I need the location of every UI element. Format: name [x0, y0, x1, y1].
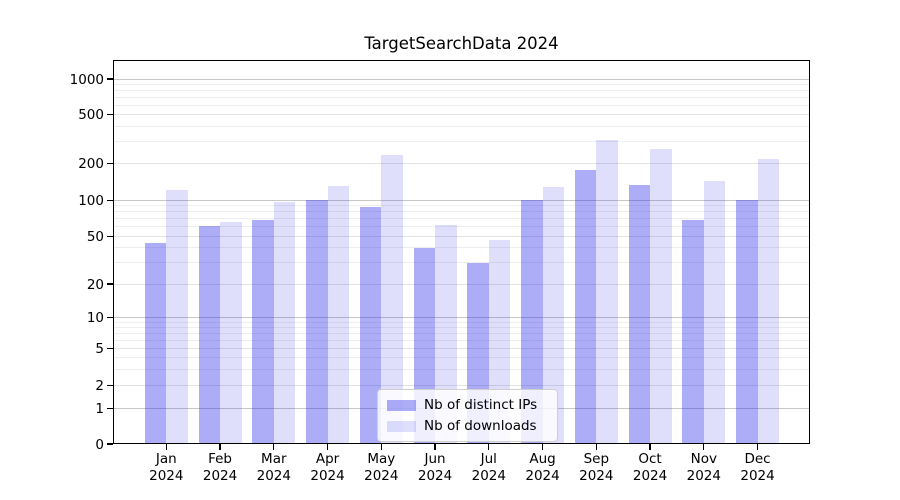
- y-tick-mark: [107, 114, 113, 115]
- bar-distinct-ips-oct: [629, 185, 651, 444]
- bar-downloads-oct: [650, 149, 672, 444]
- bar-distinct-ips-dec: [736, 200, 758, 444]
- y-tick-label: 50: [32, 229, 104, 245]
- legend: Nb of distinct IPs Nb of downloads: [377, 389, 558, 442]
- x-tick-label: Apr2024: [300, 451, 356, 485]
- y-tick-mark: [107, 78, 113, 79]
- bar-downloads-mar: [274, 202, 296, 444]
- y-tick-mark: [107, 348, 113, 349]
- y-tick-mark: [107, 408, 113, 409]
- x-tick-label: Dec2024: [730, 451, 786, 485]
- x-tick-mark: [596, 444, 597, 450]
- gridline-mid: [113, 163, 810, 164]
- y-tick-label: 10: [32, 310, 104, 326]
- y-tick-label: 200: [32, 156, 104, 172]
- bar-downloads-feb: [220, 222, 242, 444]
- x-tick-mark: [757, 444, 758, 450]
- x-tick-label: Aug2024: [515, 451, 571, 485]
- y-tick-mark: [107, 443, 113, 444]
- x-tick-label: Jan2024: [138, 451, 194, 485]
- bar-distinct-ips-jan: [145, 243, 167, 444]
- chart-figure: TargetSearchData 2024 0 1 2 5 10 20 50 100 200 50…: [0, 0, 900, 500]
- x-tick-mark: [434, 444, 435, 450]
- legend-swatch-distinct-ips: [387, 400, 416, 411]
- legend-label-distinct-ips: Nb of distinct IPs: [424, 397, 537, 413]
- bar-downloads-sep: [596, 140, 618, 444]
- y-tick-label: 1000: [32, 72, 104, 88]
- x-tick-mark: [542, 444, 543, 450]
- y-tick-label: 0: [32, 437, 104, 453]
- chart-title: TargetSearchData 2024: [113, 34, 810, 53]
- y-tick-label: 2: [32, 378, 104, 394]
- legend-entry-distinct-ips: Nb of distinct IPs: [387, 397, 547, 413]
- gridline-minor: [113, 84, 810, 85]
- x-tick-mark: [273, 444, 274, 450]
- x-tick-mark: [327, 444, 328, 450]
- y-tick-label: 500: [32, 107, 104, 123]
- bar-downloads-dec: [758, 159, 780, 444]
- y-tick-mark: [107, 385, 113, 386]
- x-tick-mark: [381, 444, 382, 450]
- x-tick-label: Feb2024: [192, 451, 248, 485]
- y-tick-label: 1: [32, 401, 104, 417]
- x-tick-label: Sep2024: [568, 451, 624, 485]
- gridline-minor: [113, 97, 810, 98]
- bar-distinct-ips-feb: [199, 226, 221, 444]
- gridline-minor: [113, 126, 810, 127]
- x-tick-label: Mar2024: [246, 451, 302, 485]
- y-tick-mark: [107, 163, 113, 164]
- x-tick-mark: [649, 444, 650, 450]
- legend-label-downloads: Nb of downloads: [424, 418, 537, 434]
- gridline-minor: [113, 105, 810, 106]
- bar-downloads-jan: [166, 190, 188, 444]
- y-tick-mark: [107, 283, 113, 284]
- x-tick-mark: [488, 444, 489, 450]
- bar-distinct-ips-apr: [306, 200, 328, 444]
- y-tick-mark: [107, 200, 113, 201]
- x-tick-label: Jul2024: [461, 451, 517, 485]
- x-tick-label: May2024: [353, 451, 409, 485]
- gridline-minor: [113, 141, 810, 142]
- gridline-mid: [113, 114, 810, 115]
- x-tick-mark: [703, 444, 704, 450]
- x-tick-label: Jun2024: [407, 451, 463, 485]
- y-tick-label: 100: [32, 193, 104, 209]
- x-tick-mark: [166, 444, 167, 450]
- legend-swatch-downloads: [387, 421, 416, 432]
- bar-distinct-ips-nov: [682, 220, 704, 444]
- legend-entry-downloads: Nb of downloads: [387, 418, 547, 434]
- bar-distinct-ips-mar: [252, 220, 274, 444]
- y-tick-mark: [107, 317, 113, 318]
- bar-downloads-apr: [328, 186, 350, 444]
- y-tick-mark: [107, 236, 113, 237]
- bar-distinct-ips-sep: [575, 170, 597, 444]
- x-tick-label: Oct2024: [622, 451, 678, 485]
- gridline-minor: [113, 90, 810, 91]
- bar-downloads-nov: [704, 181, 726, 444]
- y-tick-label: 5: [32, 341, 104, 357]
- gridline-major: [113, 79, 810, 80]
- x-tick-mark: [219, 444, 220, 450]
- y-tick-label: 20: [32, 277, 104, 293]
- x-tick-label: Nov2024: [676, 451, 732, 485]
